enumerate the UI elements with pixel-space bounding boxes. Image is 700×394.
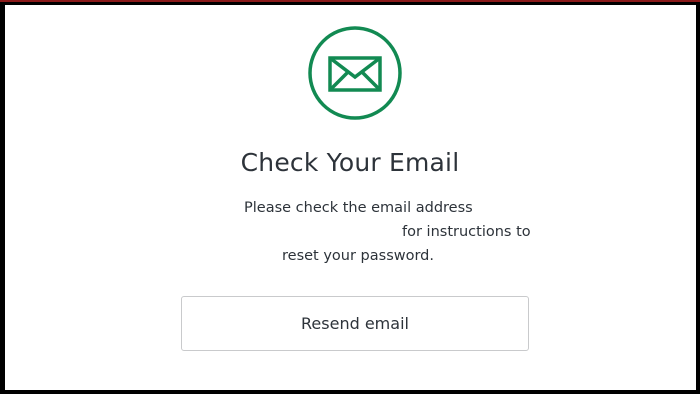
window-top-border: [0, 0, 700, 2]
instruction-text-line-3: reset your password.: [282, 248, 434, 264]
resend-email-button[interactable]: Resend email: [181, 296, 529, 351]
envelope-icon: [307, 25, 403, 121]
instruction-text-line-2: for instructions to: [402, 224, 531, 240]
page-title: Check Your Email: [240, 148, 460, 177]
instruction-text-line-1: Please check the email address: [244, 200, 473, 216]
